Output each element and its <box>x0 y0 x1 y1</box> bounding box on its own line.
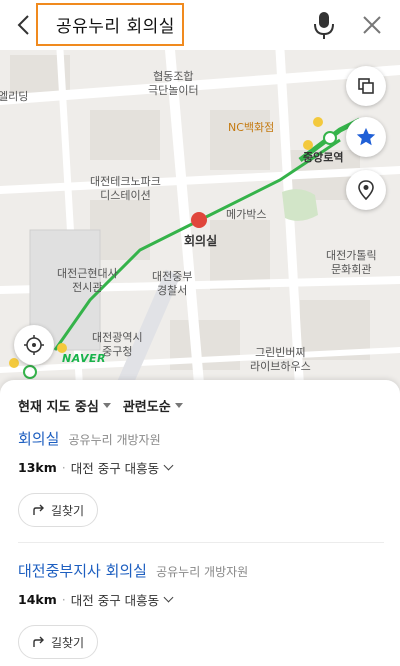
results-panel: 현재 지도 중심 관련도순 회의실 공유누리 개방자원 13km · 대전 중구… <box>0 380 400 666</box>
map-label-eliding[interactable]: 엘리딩 <box>0 90 28 104</box>
filter-sort-label: 관련도순 <box>122 400 171 415</box>
chevron-down-icon[interactable] <box>163 460 174 471</box>
result-category: 공유누리 개방자원 <box>156 565 249 579</box>
map-view[interactable]: 엘리딩 협동조합 극단놀이터 NC백화점 중앙로역 대전테크노파크 디스테이션 … <box>0 50 400 395</box>
map-label-nc[interactable]: NC백화점 <box>228 121 274 135</box>
map-pin-icon <box>358 180 374 201</box>
microphone-icon[interactable] <box>312 10 336 40</box>
separator-dot: · <box>61 592 66 607</box>
map-label-megabox[interactable]: 메가박스 <box>226 208 266 222</box>
chevron-down-icon[interactable] <box>163 592 174 603</box>
result-category: 공유누리 개방자원 <box>68 433 161 447</box>
map-label-geundae[interactable]: 대전근현대사 전시관 <box>57 267 118 295</box>
directions-label: 길찾기 <box>50 635 85 650</box>
filter-map-center[interactable]: 현재 지도 중심 <box>18 396 111 415</box>
map-label-jungbu-police[interactable]: 대전중부 경찰서 <box>152 270 192 298</box>
search-bar: 공유누리 회의실 <box>0 0 400 50</box>
caret-down-icon <box>102 403 111 408</box>
map-label-greenbean[interactable]: 그린빈버찌 라이브하우스 <box>250 346 311 374</box>
separator-dot: · <box>61 460 66 475</box>
directions-label: 길찾기 <box>50 503 85 518</box>
directions-arrow-icon <box>33 636 44 647</box>
divider <box>18 542 384 543</box>
back-icon[interactable] <box>12 10 34 40</box>
directions-arrow-icon <box>33 504 44 515</box>
filter-map-center-label: 현재 지도 중심 <box>18 400 99 415</box>
crosshair-icon <box>24 335 44 355</box>
search-query: 공유누리 회의실 <box>56 17 175 37</box>
result-address[interactable]: 대전 중구 대흥동 <box>71 458 159 477</box>
result-distance: 13km <box>18 460 57 475</box>
map-label-meeting[interactable]: 회의실 <box>184 234 217 248</box>
caret-down-icon <box>174 403 183 408</box>
location-pin-button[interactable] <box>346 170 386 210</box>
result-meta: 14km · 대전 중구 대흥동 <box>18 590 384 609</box>
close-icon[interactable] <box>360 12 384 38</box>
result-title[interactable]: 회의실 <box>18 430 59 448</box>
meeting-room-pin-icon[interactable] <box>191 212 207 228</box>
map-label-catholic[interactable]: 대전가톨릭 문화회관 <box>326 249 377 277</box>
filter-bar: 현재 지도 중심 관련도순 <box>18 396 183 415</box>
result-distance: 14km <box>18 592 57 607</box>
search-input[interactable]: 공유누리 회의실 <box>36 3 184 46</box>
layers-button[interactable] <box>346 66 386 106</box>
result-title[interactable]: 대전중부지사 회의실 <box>18 562 147 580</box>
naver-logo: NAVER <box>62 352 106 365</box>
filter-sort[interactable]: 관련도순 <box>123 396 183 415</box>
current-location-button[interactable] <box>14 325 54 365</box>
map-label-teckno[interactable]: 대전테크노파크 디스테이션 <box>90 175 161 203</box>
result-item[interactable]: 대전중부지사 회의실 공유누리 개방자원 14km · 대전 중구 대흥동 길찾… <box>18 560 384 659</box>
result-meta: 13km · 대전 중구 대흥동 <box>18 458 384 477</box>
map-label-hyeopdong[interactable]: 협동조합 극단놀이터 <box>148 70 199 98</box>
layers-icon <box>358 78 374 94</box>
directions-button[interactable]: 길찾기 <box>18 625 98 659</box>
star-icon <box>356 127 376 146</box>
directions-button[interactable]: 길찾기 <box>18 493 98 527</box>
favorites-button[interactable] <box>346 117 386 157</box>
map-label-jungang[interactable]: 중앙로역 <box>303 151 343 165</box>
result-item[interactable]: 회의실 공유누리 개방자원 13km · 대전 중구 대흥동 길찾기 <box>18 428 384 527</box>
result-address[interactable]: 대전 중구 대흥동 <box>71 590 159 609</box>
